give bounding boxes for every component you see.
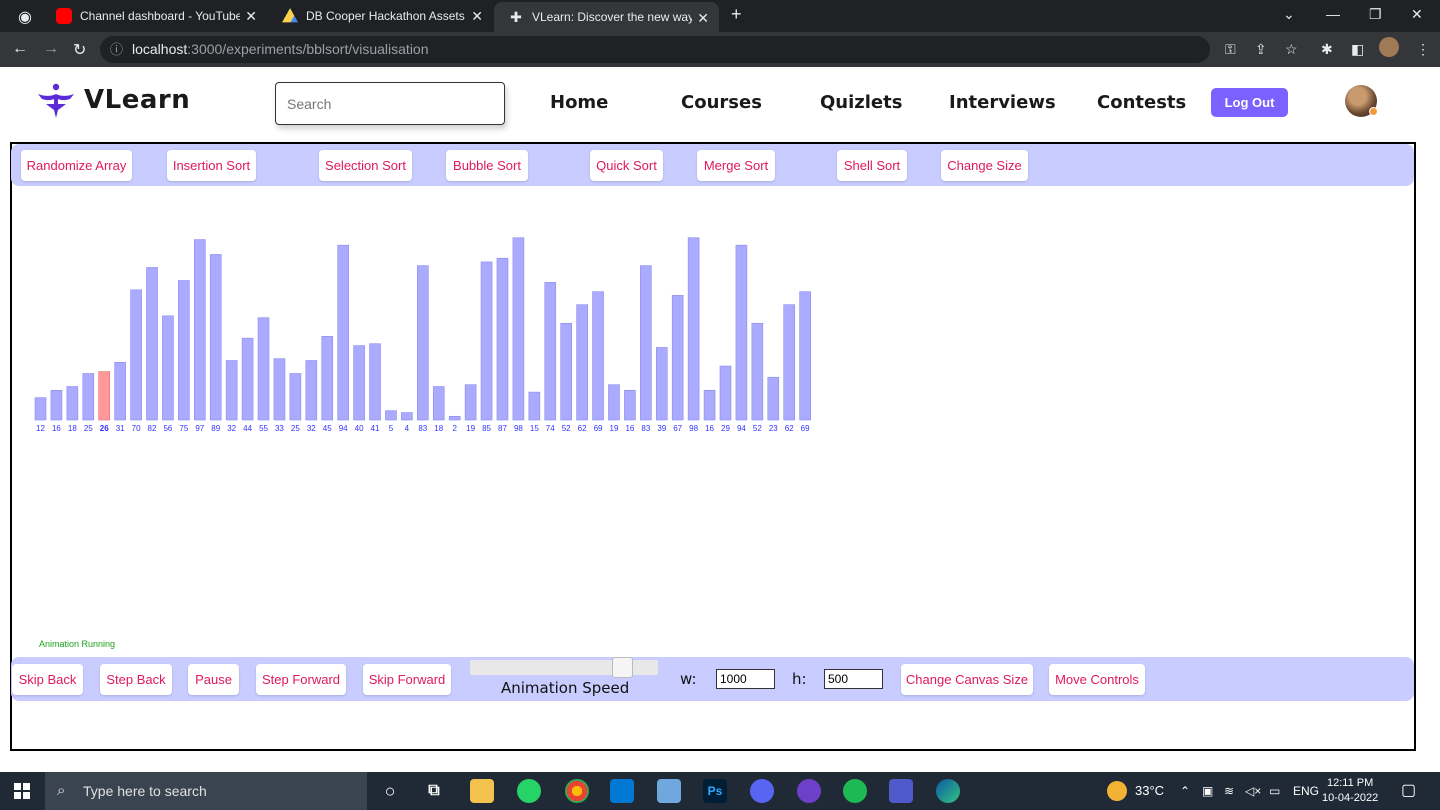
sidepanel-icon[interactable]: ◧ — [1351, 41, 1364, 58]
language-indicator[interactable]: ENG — [1293, 772, 1319, 810]
animation-speed-thumb[interactable] — [611, 657, 633, 678]
url-path: :3000/experiments/bblsort/visualisation — [187, 41, 429, 57]
reload-icon[interactable]: ↻ — [73, 40, 86, 60]
browser-menu-icon[interactable]: ◉ — [18, 7, 32, 27]
clock-date: 10-04-2022 — [1322, 792, 1379, 804]
selection-sort-button[interactable]: Selection Sort — [319, 150, 412, 181]
chrome-icon[interactable] — [565, 779, 589, 803]
tab-youtube[interactable]: Channel dashboard - YouTube St ✕ — [42, 0, 267, 32]
teams-icon[interactable] — [889, 779, 913, 803]
tab-title: DB Cooper Hackathon Assets - G — [306, 9, 466, 23]
close-icon[interactable]: ✕ — [245, 8, 257, 25]
browser-address-bar: ← → ↻ ⓘ localhost:3000/experiments/bblso… — [0, 32, 1440, 67]
logout-button[interactable]: Log Out — [1211, 88, 1288, 117]
window-close-icon[interactable]: ✕ — [1411, 6, 1423, 23]
vscode-icon[interactable] — [610, 779, 634, 803]
tab-title: Channel dashboard - YouTube St — [80, 9, 240, 23]
file-explorer-icon[interactable] — [470, 779, 494, 803]
meet-now-icon[interactable]: ▣ — [1202, 772, 1213, 810]
photoshop-icon[interactable]: Ps — [703, 779, 727, 803]
more-menu-icon[interactable]: ⋮ — [1416, 41, 1430, 58]
shell-sort-button[interactable]: Shell Sort — [837, 150, 907, 181]
spotify-icon[interactable] — [843, 779, 867, 803]
taskbar-clock[interactable]: 12:11 PM 10-04-2022 — [1322, 776, 1378, 806]
clock-time: 12:11 PM — [1327, 777, 1374, 789]
site-info-icon[interactable]: ⓘ — [110, 36, 123, 63]
show-hidden-icons-icon[interactable]: ⌃ — [1180, 772, 1190, 810]
vlearn-logo[interactable]: VLearn — [36, 80, 190, 120]
search-icon: ⌕ — [57, 782, 66, 799]
taskbar-search-placeholder: Type here to search — [83, 783, 207, 799]
volume-icon[interactable]: ◁× — [1245, 772, 1261, 810]
whatsapp-icon[interactable] — [517, 779, 541, 803]
task-view-icon[interactable]: ⧉ — [422, 779, 446, 803]
forward-icon[interactable]: → — [43, 40, 59, 58]
new-tab-icon[interactable]: + — [731, 4, 742, 25]
tab-search-icon[interactable]: ⌄ — [1283, 6, 1295, 23]
bookmark-star-icon[interactable]: ☆ — [1285, 41, 1298, 58]
temperature: 33°C — [1135, 783, 1165, 798]
url-host: localhost — [132, 41, 188, 57]
battery-icon[interactable]: ▭ — [1269, 772, 1280, 810]
notifications-icon[interactable]: ▢ — [1401, 772, 1416, 810]
windows-taskbar: ⌕ Type here to search ○ ⧉ Ps 33°C ⌃ ▣ ≋ … — [0, 772, 1440, 810]
close-icon[interactable]: ✕ — [697, 10, 709, 27]
youtube-icon — [56, 8, 72, 24]
tab-vlearn[interactable]: ✚ VLearn: Discover the new way of ✕ — [494, 2, 719, 32]
move-controls-button[interactable]: Move Controls — [1049, 664, 1145, 695]
logo-text: VLearn — [84, 85, 191, 115]
animation-speed-label: Animation Speed — [501, 679, 630, 697]
close-icon[interactable]: ✕ — [471, 8, 483, 25]
google-drive-icon — [282, 8, 298, 23]
key-icon[interactable]: ⚿ — [1225, 41, 1236, 58]
skip-forward-button[interactable]: Skip Forward — [363, 664, 451, 695]
step-forward-button[interactable]: Step Forward — [256, 664, 346, 695]
windows-start-icon[interactable] — [14, 783, 30, 799]
github-icon[interactable] — [797, 779, 821, 803]
weather-icon[interactable] — [1107, 781, 1127, 801]
cortana-icon[interactable]: ○ — [378, 779, 402, 803]
profile-avatar[interactable] — [1379, 37, 1399, 57]
height-label: h: — [792, 670, 807, 688]
merge-sort-button[interactable]: Merge Sort — [697, 150, 775, 181]
url-field[interactable]: ⓘ localhost:3000/experiments/bblsort/vis… — [100, 36, 1210, 63]
bubble-sort-button[interactable]: Bubble Sort — [446, 150, 528, 181]
nav-courses[interactable]: Courses — [681, 92, 762, 113]
taskbar-search[interactable]: ⌕ Type here to search — [45, 772, 367, 810]
tab-google-drive[interactable]: DB Cooper Hackathon Assets - G ✕ — [268, 0, 493, 32]
step-back-button[interactable]: Step Back — [100, 664, 172, 695]
pause-button[interactable]: Pause — [188, 664, 239, 695]
randomize-array-button[interactable]: Randomize Array — [21, 150, 132, 181]
change-canvas-size-button[interactable]: Change Canvas Size — [901, 664, 1033, 695]
canvas-width-input[interactable] — [716, 669, 775, 689]
edge-icon[interactable] — [936, 779, 960, 803]
insertion-sort-button[interactable]: Insertion Sort — [167, 150, 256, 181]
wifi-icon[interactable]: ≋ — [1224, 772, 1234, 810]
browser-tab-bar: ◉ Channel dashboard - YouTube St ✕ DB Co… — [0, 0, 1440, 32]
minimize-icon[interactable]: — — [1326, 6, 1340, 22]
notepad-icon[interactable] — [657, 779, 681, 803]
search-input[interactable] — [275, 82, 505, 125]
change-size-button[interactable]: Change Size — [941, 150, 1028, 181]
back-icon[interactable]: ← — [12, 40, 28, 58]
nav-home[interactable]: Home — [550, 92, 608, 113]
canvas-height-input[interactable] — [824, 669, 883, 689]
vlearn-logo-icon — [38, 83, 74, 118]
nav-interviews[interactable]: Interviews — [949, 92, 1056, 113]
skip-back-button[interactable]: Skip Back — [12, 664, 83, 695]
discord-icon[interactable] — [750, 779, 774, 803]
status-dot — [1369, 107, 1378, 116]
nav-contests[interactable]: Contests — [1097, 92, 1186, 113]
share-icon[interactable]: ⇪ — [1255, 41, 1267, 58]
width-label: w: — [680, 670, 697, 688]
tab-title: VLearn: Discover the new way of — [532, 10, 692, 24]
nav-quizlets[interactable]: Quizlets — [820, 92, 902, 113]
restore-icon[interactable]: ❐ — [1369, 6, 1382, 23]
animation-status: Animation Running — [39, 639, 116, 649]
quick-sort-button[interactable]: Quick Sort — [590, 150, 663, 181]
vlearn-icon: ✚ — [510, 9, 522, 25]
extensions-icon[interactable]: ✱ — [1321, 41, 1333, 58]
